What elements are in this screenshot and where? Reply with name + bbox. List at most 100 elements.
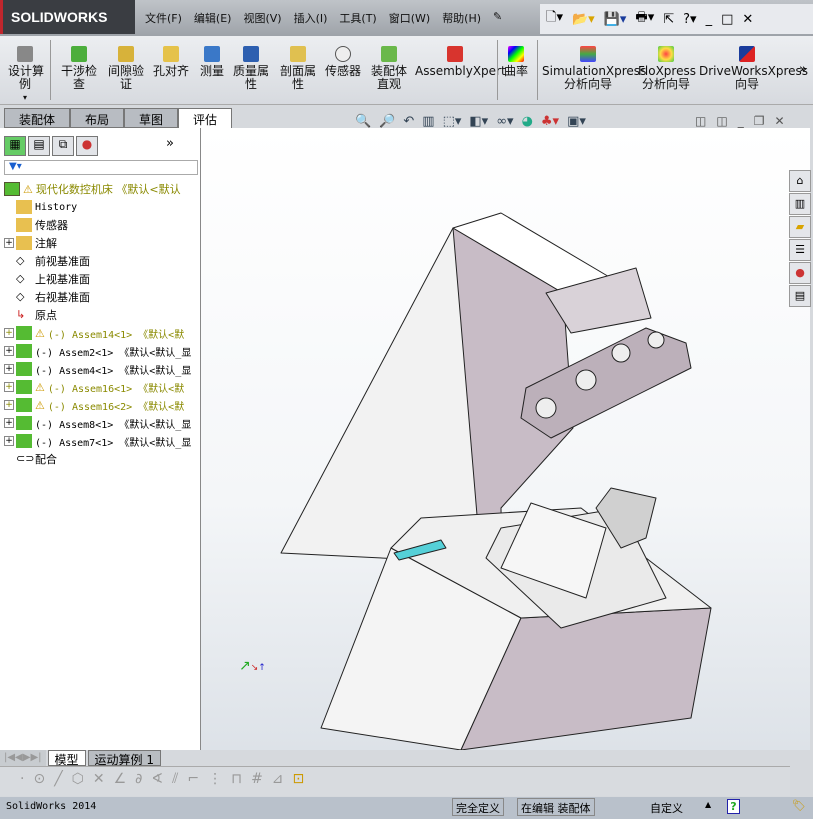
more-chevron-icon[interactable]: » — [799, 62, 807, 77]
grid-icon[interactable]: # — [251, 771, 263, 796]
machine-model[interactable] — [201, 128, 810, 751]
tree-item[interactable]: + ⚠ (-) Assem16<1> 《默认<默 — [4, 378, 200, 396]
split-left-icon[interactable]: ◫ — [695, 114, 706, 128]
expand-toggle-icon[interactable]: + — [4, 382, 14, 392]
rect-icon[interactable]: ⋮ — [208, 771, 222, 796]
view-orientation-icon[interactable]: ⬚▾ — [443, 114, 462, 129]
menu-file[interactable]: 文件(F) — [145, 10, 182, 26]
simulationxpress-button[interactable]: SimulationXpress 分析向导 — [542, 46, 646, 91]
tree-filter[interactable]: ▼▾ — [4, 160, 198, 175]
open-icon[interactable]: 📂▾ — [572, 12, 595, 27]
menu-window[interactable]: 窗口(W) — [389, 10, 430, 26]
minimize-button[interactable]: _ — [706, 12, 713, 27]
tree-item[interactable]: + ⚠ (-) Assem16<2> 《默认<默 — [4, 396, 200, 414]
featuremanager-tab-icon[interactable]: ▦ — [4, 136, 26, 156]
menu-tools[interactable]: 工具(T) — [339, 10, 376, 26]
tree-item[interactable]: ◇ 上视基准面 — [4, 270, 200, 288]
menu-insert[interactable]: 插入(I) — [294, 10, 328, 26]
appearances-icon[interactable]: ● — [789, 262, 811, 284]
driveworks-button[interactable]: DriveWorksXpress 向导 — [699, 46, 808, 91]
tree-item[interactable]: + ⚠ (-) Assem14<1> 《默认<默 — [4, 324, 200, 342]
expand-toggle-icon[interactable]: + — [4, 436, 14, 446]
units-up-arrow-icon[interactable]: ▲ — [705, 800, 711, 809]
tree-item[interactable]: ◇ 前视基准面 — [4, 252, 200, 270]
view-settings-icon[interactable]: ▣▾ — [567, 114, 586, 129]
help-status-icon[interactable]: ? — [727, 799, 740, 814]
tree-item[interactable]: 传感器 — [4, 216, 200, 234]
menu-view[interactable]: 视图(V) — [243, 10, 281, 26]
tree-item[interactable]: History — [4, 198, 200, 216]
tab-motion-study[interactable]: 运动算例 1 — [87, 750, 161, 767]
expand-panel-icon[interactable]: » — [166, 136, 174, 156]
tree-item[interactable]: + (-) Assem7<1> 《默认<默认_显 — [4, 432, 200, 450]
split-right-icon[interactable]: ◫ — [716, 114, 727, 128]
polygon-icon[interactable]: ⬡ — [72, 771, 84, 796]
tree-item[interactable]: ↳ 原点 — [4, 306, 200, 324]
expand-toggle-icon[interactable]: + — [4, 400, 14, 410]
tree-item[interactable]: + (-) Assem4<1> 《默认<默认_显 — [4, 360, 200, 378]
menu-help[interactable]: 帮助(H) — [442, 10, 481, 26]
hide-show-icon[interactable]: ∞▾ — [496, 114, 513, 129]
expand-toggle-icon[interactable]: + — [4, 364, 14, 374]
expand-toggle-icon[interactable]: + — [4, 418, 14, 428]
doc-minimize-icon[interactable]: _ — [738, 114, 744, 128]
pin-icon[interactable]: ✎ — [493, 10, 502, 26]
sensor-button[interactable]: 传感器 — [323, 46, 363, 78]
zoom-to-fit-icon[interactable]: 🔍 — [355, 114, 371, 129]
home-icon[interactable]: ⌂ — [789, 170, 811, 192]
trim-icon[interactable]: ✕ — [93, 771, 105, 796]
doc-restore-icon[interactable]: ❐ — [754, 114, 765, 128]
close-button[interactable]: ✕ — [742, 12, 753, 27]
point-icon[interactable]: · — [20, 771, 24, 796]
expand-toggle-icon[interactable]: + — [4, 238, 14, 248]
expand-toggle-icon[interactable] — [4, 256, 14, 266]
assembly-visual-button[interactable]: 装配体 直观 — [368, 46, 410, 91]
custom-properties-icon[interactable]: ▤ — [789, 285, 811, 307]
graphics-viewport[interactable]: ↗↘↑ — [201, 128, 810, 751]
fillet-icon[interactable]: ∂ — [135, 771, 142, 796]
tab-model[interactable]: 模型 — [47, 750, 86, 767]
maximize-button[interactable]: □ — [721, 12, 733, 27]
tab-layout[interactable]: 布局 — [70, 108, 125, 128]
angle-dim-icon[interactable]: ⊿ — [272, 771, 284, 796]
dimension-icon[interactable]: ⊓ — [231, 771, 242, 796]
zoom-to-area-icon[interactable]: 🔎 — [379, 114, 395, 129]
tree-item[interactable]: + (-) Assem2<1> 《默认<默认_显 — [4, 342, 200, 360]
select-icon[interactable]: ⇱ — [663, 12, 674, 27]
doc-close-icon[interactable]: ✕ — [774, 114, 784, 128]
rebuild-tag-icon[interactable]: 🏷 — [792, 799, 806, 812]
tab-evaluate[interactable]: 评估 — [178, 108, 233, 128]
file-explorer-icon[interactable]: ▰ — [789, 216, 811, 238]
tab-scroll-arrows-icon[interactable]: |◀◀▶▶| — [0, 750, 46, 766]
circle-icon[interactable]: ⊙ — [33, 771, 45, 796]
displaymanager-tab-icon[interactable]: ● — [76, 136, 98, 156]
print-icon[interactable]: 🖶▾ — [635, 8, 654, 30]
expand-toggle-icon[interactable] — [4, 292, 14, 302]
apply-scene-icon[interactable]: ♣▾ — [541, 114, 559, 129]
expand-toggle-icon[interactable] — [4, 310, 14, 320]
mass-props-button[interactable]: 质量属 性 — [230, 46, 272, 91]
help-icon[interactable]: ?▾ — [683, 12, 696, 27]
previous-view-icon[interactable]: ↶ — [403, 114, 414, 129]
tab-sketch[interactable]: 草图 — [124, 108, 179, 128]
measure-tape-icon[interactable]: ⊡ — [293, 771, 305, 796]
display-style-icon[interactable]: ◧▾ — [469, 114, 488, 129]
expand-toggle-icon[interactable] — [4, 274, 14, 284]
parallel-icon[interactable]: ⫽ — [172, 771, 178, 796]
line-icon[interactable]: ╱ — [54, 771, 62, 796]
solidworks-logo[interactable]: SOLIDWORKS — [0, 0, 135, 34]
tab-assembly[interactable]: 装配体 — [4, 108, 71, 128]
chamfer-icon[interactable]: ∢ — [151, 771, 163, 796]
section-props-button[interactable]: 剖面属 性 — [277, 46, 319, 91]
view-palette-icon[interactable]: ☰ — [789, 239, 811, 261]
expand-toggle-icon[interactable] — [4, 202, 14, 212]
expand-toggle-icon[interactable] — [4, 220, 14, 230]
curvature-button[interactable]: 曲率 — [501, 46, 531, 78]
hole-align-button[interactable]: 孔对齐 — [150, 46, 192, 78]
tree-root[interactable]: ⚠ 现代化数控机床 《默认<默认 — [4, 180, 200, 198]
expand-toggle-icon[interactable] — [4, 454, 14, 464]
measure-button[interactable]: 测量 — [197, 46, 227, 78]
configmanager-tab-icon[interactable]: ⧉ — [52, 136, 74, 156]
menu-edit[interactable]: 编辑(E) — [194, 10, 232, 26]
floxpress-button[interactable]: FloXpress 分析向导 — [638, 46, 696, 91]
